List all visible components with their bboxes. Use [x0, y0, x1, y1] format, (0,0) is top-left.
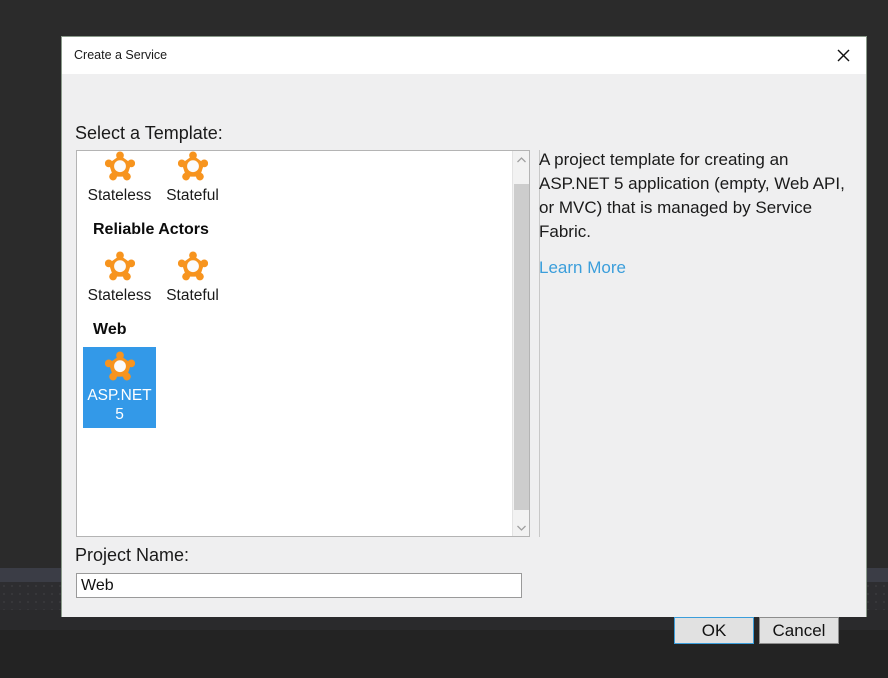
template-tile-stateless-actor[interactable]: Stateless — [83, 247, 156, 309]
scrollbar-thumb[interactable] — [514, 184, 529, 510]
service-fabric-icon — [177, 151, 208, 186]
chevron-up-icon[interactable] — [513, 151, 529, 168]
service-fabric-icon — [104, 251, 135, 286]
template-tile-label: Stateful — [166, 287, 219, 304]
template-tile-aspnet5[interactable]: ASP.NET 5 — [83, 347, 156, 428]
select-template-label: Select a Template: — [75, 123, 223, 143]
chevron-down-icon[interactable] — [513, 519, 529, 536]
template-description-text: A project template for creating an ASP.N… — [539, 150, 845, 241]
template-tile-label: Stateful — [166, 187, 219, 204]
template-listbox[interactable]: Stateless Stateful Reliable Actors State… — [76, 150, 530, 537]
dialog-body: Select a Template: Stateless Stateful Re… — [62, 74, 866, 644]
template-tile-stateful-actor[interactable]: Stateful — [156, 247, 229, 309]
background-band — [0, 630, 888, 678]
learn-more-link[interactable]: Learn More — [539, 256, 626, 280]
template-group-header-web: Web — [93, 321, 127, 338]
service-fabric-icon — [104, 151, 135, 186]
project-name-label: Project Name: — [75, 545, 190, 565]
template-list-scrollbar[interactable] — [512, 151, 529, 536]
template-tile-stateless-services[interactable]: Stateless — [83, 151, 156, 209]
template-group-header-reliable-actors: Reliable Actors — [93, 221, 209, 238]
create-a-service-dialog: Create a Service Select a Template: Stat… — [61, 36, 867, 644]
ok-button[interactable]: OK — [674, 617, 754, 644]
template-tile-label: Stateless — [87, 287, 152, 304]
dialog-title: Create a Service — [74, 48, 168, 62]
template-tile-stateful-services[interactable]: Stateful — [156, 151, 229, 209]
close-icon[interactable] — [821, 37, 866, 74]
project-name-input[interactable] — [76, 573, 522, 598]
template-group: Stateless Stateful — [81, 151, 508, 211]
template-tile-label: ASP.NET 5 — [87, 387, 152, 423]
service-fabric-icon — [177, 251, 208, 286]
desktop-background: Create a Service Select a Template: Stat… — [0, 0, 888, 678]
template-group: Stateless Stateful — [81, 241, 508, 311]
template-description-panel: A project template for creating an ASP.N… — [539, 148, 849, 280]
dialog-titlebar: Create a Service — [62, 37, 866, 74]
template-list-content: Stateless Stateful Reliable Actors State… — [77, 151, 512, 430]
service-fabric-icon — [104, 351, 135, 386]
cancel-button[interactable]: Cancel — [759, 617, 839, 644]
template-group: ASP.NET 5 — [81, 341, 508, 430]
template-tile-label: Stateless — [87, 187, 152, 204]
